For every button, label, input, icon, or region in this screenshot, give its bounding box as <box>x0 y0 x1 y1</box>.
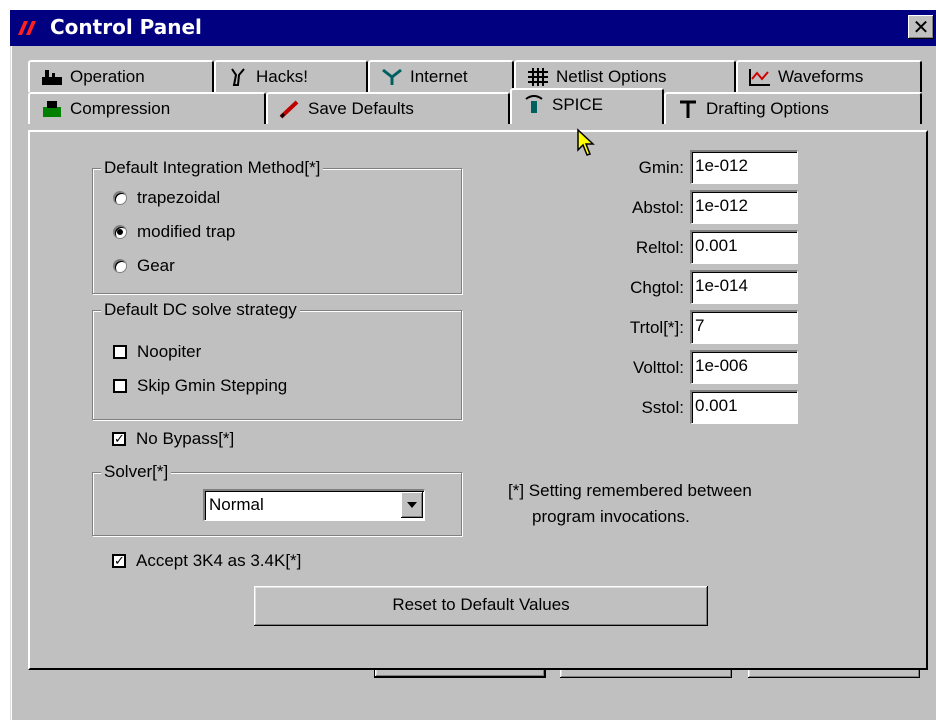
title-bar[interactable]: Control Panel ✕ <box>10 10 936 46</box>
checkbox-label: Skip Gmin Stepping <box>137 376 288 395</box>
radio-button[interactable] <box>113 191 127 205</box>
tab-hacks[interactable]: Hacks! <box>214 60 368 92</box>
reset-defaults-button[interactable]: Reset to Default Values <box>254 586 708 626</box>
drafting-icon <box>680 100 696 118</box>
checkbox-label: Accept 3K4 as 3.4K[*] <box>136 551 302 570</box>
tab-waveforms[interactable]: Waveforms <box>736 60 922 92</box>
solver-select[interactable]: Normal <box>203 489 425 521</box>
tab-save-defaults[interactable]: Save Defaults <box>266 92 510 124</box>
app-logo-icon <box>18 21 36 35</box>
internet-icon <box>382 68 402 85</box>
radio-label: trapezoidal <box>137 188 221 207</box>
checkbox-label: Noopiter <box>137 342 202 361</box>
control-panel-window: Control Panel ✕ Operation Hacks! Interne… <box>10 10 936 720</box>
tab-operation[interactable]: Operation <box>28 60 214 92</box>
volttol-field[interactable]: 1e-006 <box>690 350 798 384</box>
tab-label: Netlist Options <box>556 67 667 86</box>
checkbox-label: No Bypass[*] <box>136 429 235 448</box>
mouse-pointer-icon <box>577 128 595 156</box>
abstol-field[interactable]: 1e-012 <box>690 190 798 224</box>
group-label: Default DC solve strategy <box>101 300 300 320</box>
group-label: Solver[*] <box>101 462 172 482</box>
tab-label: Compression <box>70 99 171 118</box>
sstol-field[interactable]: 0.001 <box>690 390 798 424</box>
checkbox-checked[interactable]: ✓ <box>112 432 126 446</box>
tab-drafting-options[interactable]: Drafting Options <box>664 92 922 124</box>
radio-label: Gear <box>137 256 175 275</box>
tab-spice[interactable]: SPICE <box>510 88 664 124</box>
radio-button[interactable] <box>113 259 127 273</box>
note-line: program invocations. <box>532 507 690 526</box>
tab-label: Save Defaults <box>308 99 414 118</box>
checkbox[interactable] <box>113 345 127 359</box>
radio-button[interactable] <box>113 225 127 239</box>
integration-method-group: Default Integration Method[*] trapezoida… <box>92 158 462 294</box>
tab-compression[interactable]: Compression <box>28 92 266 124</box>
radio-trapezoidal[interactable]: trapezoidal <box>113 187 220 209</box>
chgtol-field[interactable]: 1e-014 <box>690 270 798 304</box>
checkbox-checked[interactable]: ✓ <box>112 554 126 568</box>
tab-label: Internet <box>410 67 468 86</box>
dc-solve-strategy-group: Default DC solve strategy Noopiter Skip … <box>92 300 462 420</box>
gmin-field[interactable]: 1e-012 <box>690 150 798 184</box>
chgtol-label: Chgtol: <box>630 278 684 297</box>
spice-tab-panel: Default Integration Method[*] trapezoida… <box>28 130 928 670</box>
checkbox-accept-3k4[interactable]: ✓ Accept 3K4 as 3.4K[*] <box>112 550 301 572</box>
tab-label: Operation <box>70 67 145 86</box>
waveforms-icon <box>749 69 770 86</box>
compression-icon <box>43 101 61 117</box>
checkbox-no-bypass[interactable]: ✓ No Bypass[*] <box>112 428 234 450</box>
tab-label: Waveforms <box>778 67 864 86</box>
solver-select-value: Normal <box>209 495 264 514</box>
checkbox[interactable] <box>113 379 127 393</box>
note-line: [*] Setting remembered between <box>508 481 752 500</box>
trtol-label: Trtol[*]: <box>629 318 684 337</box>
volttol-label: Volttol: <box>632 358 684 377</box>
trtol-field[interactable]: 7 <box>690 310 798 344</box>
window-title: Control Panel <box>50 15 202 39</box>
tab-internet[interactable]: Internet <box>368 60 514 92</box>
sstol-label: Sstol: <box>641 398 684 417</box>
tab-label: Drafting Options <box>706 99 829 118</box>
reltol-label: Reltol: <box>635 238 684 257</box>
reltol-field[interactable]: 0.001 <box>690 230 798 264</box>
checkbox-noopiter[interactable]: Noopiter <box>113 341 201 363</box>
radio-modified-trap[interactable]: modified trap <box>113 221 235 243</box>
gmin-label: Gmin: <box>638 158 684 177</box>
radio-label: modified trap <box>137 222 236 241</box>
dropdown-arrow-icon[interactable] <box>401 492 423 518</box>
group-label: Default Integration Method[*] <box>101 158 324 178</box>
hacks-icon <box>231 68 245 86</box>
checkbox-skip-gmin-stepping[interactable]: Skip Gmin Stepping <box>113 375 287 397</box>
spice-icon <box>525 95 543 113</box>
tab-label: Hacks! <box>256 67 308 86</box>
radio-gear[interactable]: Gear <box>113 255 175 277</box>
abstol-label: Abstol: <box>632 198 684 217</box>
netlist-icon <box>528 68 548 86</box>
operation-icon <box>42 70 62 85</box>
close-button[interactable]: ✕ <box>908 15 934 39</box>
tab-label: SPICE <box>552 95 604 114</box>
save-defaults-icon <box>279 100 299 119</box>
remembered-settings-note: [*] Setting remembered between program i… <box>508 478 752 530</box>
solver-group: Solver[*] Normal <box>92 462 462 536</box>
